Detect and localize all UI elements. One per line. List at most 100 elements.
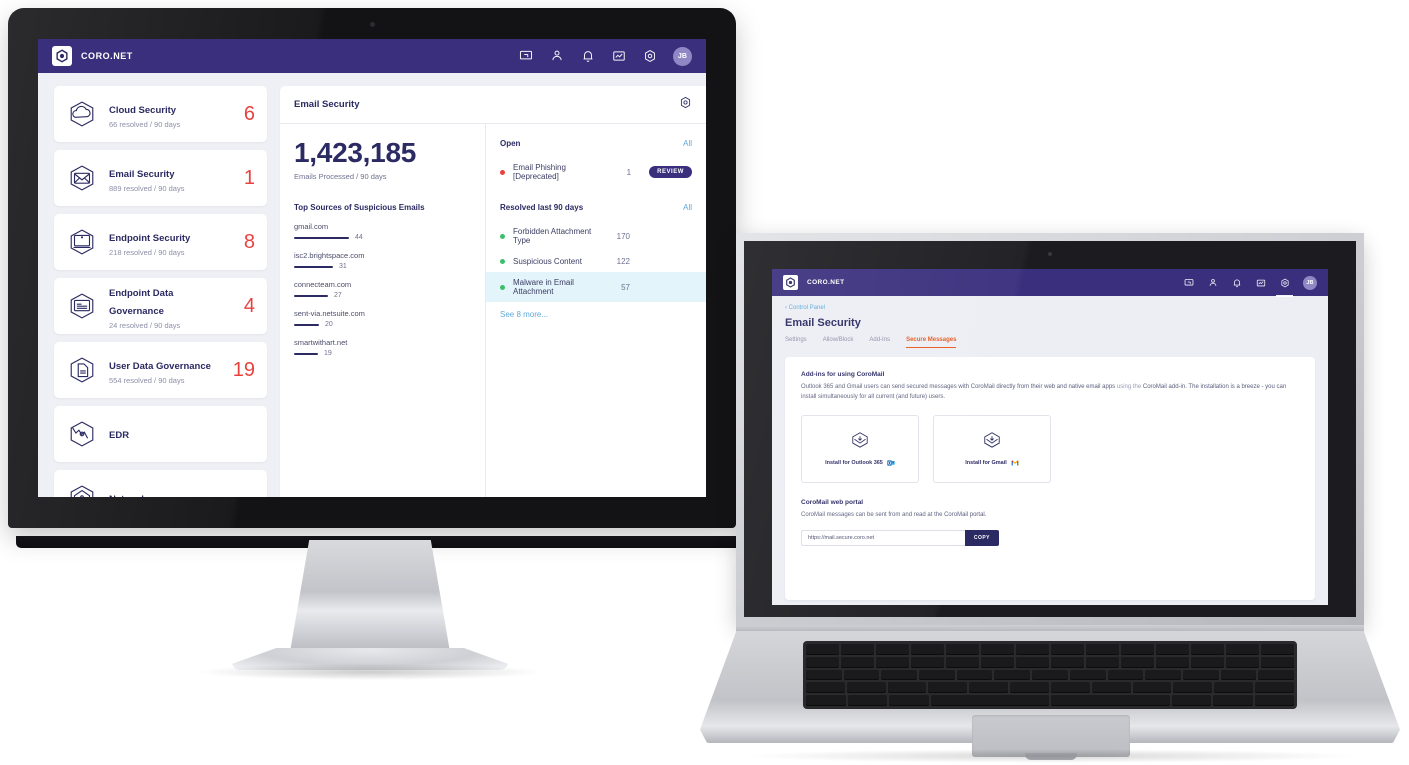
- keyboard-key: [876, 644, 909, 655]
- cloud-security-icon: [66, 99, 98, 129]
- keyboard-key: [806, 669, 842, 681]
- keyboard-key: [969, 682, 1009, 694]
- source-row: smartwithart.net 19: [294, 338, 471, 357]
- breadcrumb[interactable]: ‹ Control Panel: [785, 305, 1315, 311]
- table-row[interactable]: Suspicious Content 122: [486, 251, 706, 272]
- sidebar-item-sublabel: 889 resolved / 90 days: [109, 183, 185, 193]
- keyboard-key: [1086, 656, 1119, 668]
- keyboard-key: [1226, 644, 1259, 655]
- laptop-camera-icon: [1047, 251, 1053, 257]
- source-value: 27: [334, 292, 342, 299]
- coro-hexagon-logo-icon: [52, 46, 72, 66]
- endpoint-security-icon: [66, 227, 98, 257]
- keyboard-key: [1121, 644, 1154, 655]
- sidebar-item-label: Cloud Security: [109, 104, 177, 116]
- sidebar-item-text: Endpoint Data Governance 24 resolved / 9…: [109, 283, 229, 330]
- coro-hexagon-logo-icon: [783, 275, 798, 290]
- sidebar-item-edr[interactable]: EDR: [54, 406, 267, 462]
- keyboard-key: [1051, 695, 1170, 706]
- table-row[interactable]: Forbidden Attachment Type 170: [486, 221, 706, 251]
- gear-icon[interactable]: [642, 49, 657, 64]
- keyboard-key: [928, 682, 968, 694]
- install-outlook-button[interactable]: Install for Outlook 365: [801, 414, 919, 483]
- tab-settings[interactable]: Settings: [785, 337, 807, 348]
- keyboard-key: [911, 644, 944, 655]
- sidebar-item-user-data-governance[interactable]: User Data Governance 554 resolved / 90 d…: [54, 342, 267, 398]
- review-button[interactable]: REVIEW: [649, 166, 692, 178]
- gear-icon[interactable]: [1276, 277, 1293, 297]
- keyboard-key: [1050, 682, 1090, 694]
- sidebar-item-endpoint-data-governance[interactable]: Endpoint Data Governance 24 resolved / 9…: [54, 278, 267, 334]
- sidebar-item-cloud-security[interactable]: Cloud Security 66 resolved / 90 days 6: [54, 86, 267, 142]
- source-row: gmail.com 44: [294, 222, 471, 241]
- bell-icon[interactable]: [580, 49, 595, 64]
- sidebar-item-text: Email Security 889 resolved / 90 days: [109, 164, 229, 193]
- tab-add-ins[interactable]: Add-Ins: [869, 337, 890, 348]
- sidebar-item-sublabel: 24 resolved / 90 days: [109, 320, 181, 330]
- avatar[interactable]: JB: [673, 46, 692, 66]
- avatar[interactable]: JB: [1303, 275, 1317, 290]
- see-more-link[interactable]: See 8 more...: [486, 302, 706, 319]
- keyboard-key: [1182, 669, 1219, 681]
- ticket-count: 1: [626, 167, 632, 177]
- ticket-name: Email Phishing [Deprecated]: [513, 163, 566, 181]
- tab-allow-block[interactable]: Allow/Block: [823, 337, 854, 348]
- panel-settings-gear-icon[interactable]: [679, 96, 692, 114]
- install-buttons-group: Install for Outlook 365 Install for Gmai…: [801, 414, 1299, 483]
- source-row: sent-via.netsuite.com 20: [294, 309, 471, 328]
- keyboard-key: [1156, 656, 1189, 668]
- brand-name: CORO.NET: [81, 51, 133, 61]
- copy-button[interactable]: COPY: [964, 529, 999, 546]
- brand-logo[interactable]: CORO.NET: [783, 275, 844, 290]
- email-security-panel: Email Security 1,423,185 Emails Processe…: [280, 86, 706, 497]
- resolved-group-all-link[interactable]: All: [683, 203, 692, 212]
- keyboard-key: [1132, 682, 1172, 694]
- brand-logo[interactable]: CORO.NET: [52, 46, 133, 66]
- resolved-group-title: Resolved last 90 days: [500, 203, 584, 212]
- keyboard-key: [1255, 682, 1294, 694]
- table-row[interactable]: Email Phishing [Deprecated] 1 REVIEW: [486, 157, 706, 187]
- keyboard-row: [806, 682, 1294, 694]
- coromail-envelope-icon: [849, 430, 871, 452]
- install-gmail-label: Install for Gmail: [965, 460, 1007, 467]
- keyboard-key: [846, 682, 886, 694]
- sidebar-item-label: Endpoint Data Governance: [109, 287, 174, 317]
- brand-name: CORO.NET: [807, 279, 845, 286]
- keyboard-key: [847, 695, 887, 706]
- open-group-all-link[interactable]: All: [683, 139, 692, 148]
- monitor-camera-icon: [370, 22, 375, 27]
- table-row-selected[interactable]: Malware in Email Attachment 57: [486, 272, 706, 302]
- users-icon[interactable]: [1207, 277, 1218, 288]
- open-group-header: Open All: [486, 139, 706, 148]
- sidebar-item-text: Endpoint Security 218 resolved / 90 days: [109, 228, 229, 257]
- keyboard-key: [843, 669, 880, 681]
- sidebar-item-label: EDR: [109, 430, 130, 441]
- laptop-shadow: [740, 749, 1360, 763]
- portal-url-input[interactable]: https://mail.secure.coro.net: [801, 529, 965, 546]
- panel-header: Email Security: [280, 86, 706, 124]
- laptop-keyboard[interactable]: [803, 641, 1297, 709]
- severity-dot-icon: [500, 169, 505, 175]
- tab-bar: Settings Allow/Block Add-Ins Secure Mess…: [785, 337, 1315, 348]
- keyboard-key: [876, 656, 909, 668]
- keyboard-key: [1051, 644, 1084, 655]
- coro-control-panel-app: CORO.NET JB ‹ Control Panel Email Securi…: [772, 269, 1328, 605]
- users-icon[interactable]: [549, 49, 564, 64]
- keyboard-key: [1226, 656, 1259, 668]
- source-domain: sent-via.netsuite.com: [294, 309, 365, 318]
- devices-icon[interactable]: [1183, 277, 1194, 288]
- reports-icon[interactable]: [611, 49, 626, 64]
- devices-icon[interactable]: [518, 49, 533, 64]
- keyboard-key: [956, 669, 993, 681]
- reports-icon[interactable]: [1255, 277, 1266, 288]
- bell-icon[interactable]: [1231, 277, 1242, 288]
- monitor-top-navbar: CORO.NET JB: [38, 39, 706, 73]
- tab-secure-messages[interactable]: Secure Messages: [906, 337, 957, 348]
- install-gmail-button[interactable]: Install for Gmail: [933, 414, 1051, 483]
- keyboard-key: [881, 669, 918, 681]
- sidebar-item-endpoint-security[interactable]: Endpoint Security 218 resolved / 90 days…: [54, 214, 267, 270]
- sidebar-item-network[interactable]: Network: [54, 470, 267, 497]
- source-row: isc2.brightspace.com 31: [294, 251, 471, 270]
- sidebar-item-email-security[interactable]: Email Security 889 resolved / 90 days 1: [54, 150, 267, 206]
